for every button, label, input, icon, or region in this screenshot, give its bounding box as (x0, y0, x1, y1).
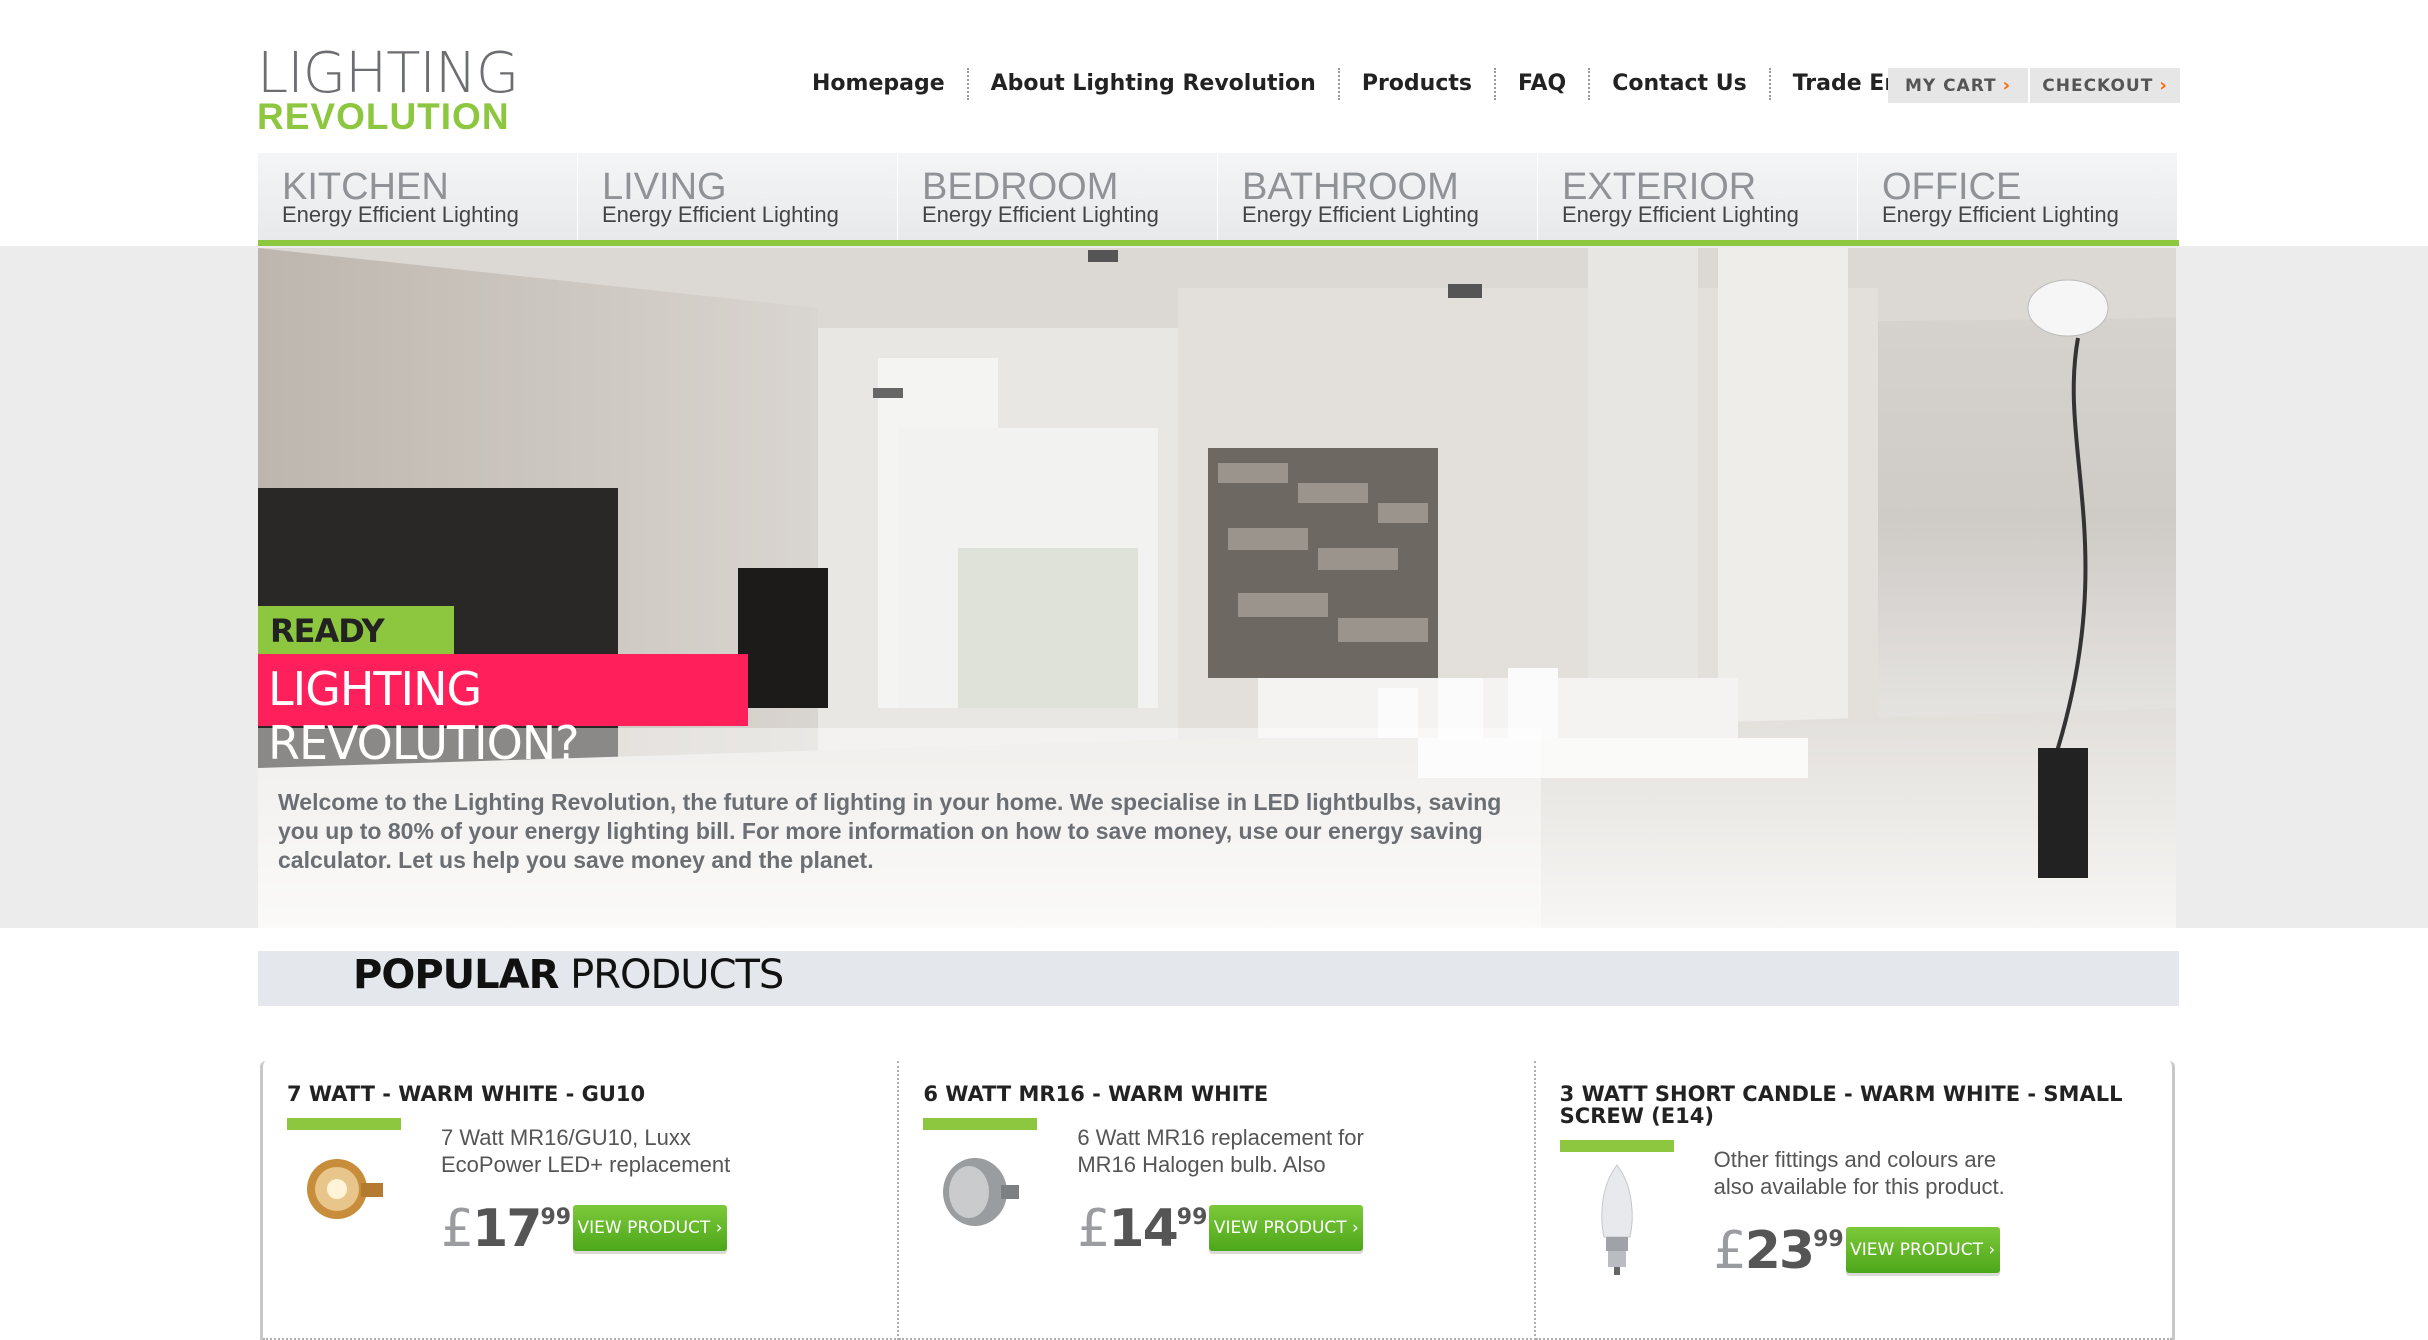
product-title[interactable]: 3 WATT SHORT CANDLE - WARM WHITE - SMALL… (1560, 1083, 2140, 1127)
candle-bulb-image[interactable] (1572, 1159, 1662, 1279)
hero-question-label: LIGHTING REVOLUTION? (258, 654, 748, 770)
category-living[interactable]: LIVING Energy Efficient Lighting (578, 153, 898, 240)
price-pounds: 17 (472, 1199, 542, 1259)
logo-line1: LIGHTING (257, 41, 519, 106)
product-tag-strip (1559, 1140, 1674, 1152)
popular-rest: PRODUCTS (558, 952, 784, 998)
nav-faq[interactable]: FAQ (1496, 68, 1591, 100)
led-spotlight-image[interactable] (299, 1147, 389, 1237)
category-subtitle: Energy Efficient Lighting (1242, 202, 1479, 227)
category-subtitle: Energy Efficient Lighting (282, 202, 519, 227)
price-pence: 99 (1813, 1227, 1844, 1252)
product-card: 6 WATT MR16 - WARM WHITE 6 Watt MR16 rep… (899, 1061, 1536, 1340)
product-description: Other fittings and colours are also avai… (1713, 1147, 2005, 1199)
product-price: £1799 (441, 1199, 571, 1259)
price-pounds: 23 (1744, 1221, 1815, 1281)
category-name: KITCHEN (282, 166, 449, 208)
products-grid: 7 WATT - WARM WHITE - GU10 7 Watt MR16/G… (260, 1061, 2175, 1340)
nav-about[interactable]: About Lighting Revolution (969, 68, 1340, 100)
category-name: OFFICE (1882, 166, 2022, 208)
nav-contact[interactable]: Contact Us (1590, 68, 1771, 100)
product-tag-strip (287, 1118, 401, 1130)
product-price: £1499 (1077, 1199, 1207, 1259)
my-cart-label: MY CART (1904, 75, 1997, 96)
chevron-right-icon: › (2002, 75, 2012, 96)
logo-line2: REVOLUTION (257, 96, 510, 137)
category-bar: KITCHEN Energy Efficient Lighting LIVING… (258, 153, 2179, 246)
category-name: BEDROOM (922, 166, 1119, 208)
checkout-label: CHECKOUT (2042, 75, 2154, 96)
category-bathroom[interactable]: BATHROOM Energy Efficient Lighting (1218, 153, 1538, 240)
price-currency: £ (1077, 1199, 1110, 1259)
category-bedroom[interactable]: BEDROOM Energy Efficient Lighting (898, 153, 1218, 240)
price-currency: £ (1713, 1221, 1747, 1281)
category-name: BATHROOM (1242, 166, 1459, 208)
category-name: LIVING (602, 166, 727, 208)
view-product-button[interactable]: VIEW PRODUCT › (1845, 1227, 2000, 1273)
category-subtitle: Energy Efficient Lighting (602, 202, 839, 227)
view-product-button[interactable]: VIEW PRODUCT › (1209, 1205, 1364, 1251)
view-product-button[interactable]: VIEW PRODUCT › (573, 1205, 727, 1251)
product-tag-strip (923, 1118, 1038, 1130)
category-office[interactable]: OFFICE Energy Efficient Lighting (1858, 153, 2178, 240)
checkout-button[interactable]: CHECKOUT › (2030, 68, 2180, 103)
nav-products[interactable]: Products (1340, 68, 1496, 100)
category-exterior[interactable]: EXTERIOR Energy Efficient Lighting (1538, 153, 1858, 240)
category-kitchen[interactable]: KITCHEN Energy Efficient Lighting (258, 153, 578, 240)
category-subtitle: Energy Efficient Lighting (1882, 202, 2119, 227)
popular-bold: POPULAR (353, 952, 559, 998)
product-card: 7 WATT - WARM WHITE - GU10 7 Watt MR16/G… (263, 1061, 900, 1340)
product-title[interactable]: 6 WATT MR16 - WARM WHITE (923, 1083, 1503, 1105)
category-name: EXTERIOR (1562, 166, 1757, 208)
hero-ready-for-label: READY FOR (258, 606, 454, 688)
top-navigation: Homepage About Lighting Revolution Produ… (790, 68, 2007, 100)
site-logo[interactable]: LIGHTING REVOLUTION (257, 41, 519, 137)
product-description: 6 Watt MR16 replacement for MR16 Halogen… (1077, 1125, 1364, 1177)
mr16-bulb-image[interactable] (935, 1147, 1025, 1237)
price-currency: £ (441, 1199, 474, 1259)
popular-products-title: POPULAR PRODUCTS (353, 952, 784, 998)
welcome-text: Welcome to the Lighting Revolution, the … (278, 789, 1502, 873)
product-card: 3 WATT SHORT CANDLE - WARM WHITE - SMALL… (1535, 1061, 2172, 1340)
price-pounds: 14 (1108, 1199, 1178, 1259)
my-cart-button[interactable]: MY CART › (1888, 68, 2030, 103)
chevron-right-icon: › (2159, 75, 2168, 96)
category-subtitle: Energy Efficient Lighting (1562, 202, 1799, 227)
product-title[interactable]: 7 WATT - WARM WHITE - GU10 (287, 1083, 867, 1105)
product-price: £2399 (1714, 1221, 1844, 1281)
cart-box: MY CART › CHECKOUT › (1888, 68, 2180, 103)
price-pence: 99 (540, 1205, 572, 1230)
nav-homepage[interactable]: Homepage (790, 68, 969, 100)
product-description: 7 Watt MR16/GU10, Luxx EcoPower LED+ rep… (441, 1125, 731, 1177)
price-pence: 99 (1176, 1205, 1208, 1230)
category-subtitle: Energy Efficient Lighting (922, 202, 1159, 227)
